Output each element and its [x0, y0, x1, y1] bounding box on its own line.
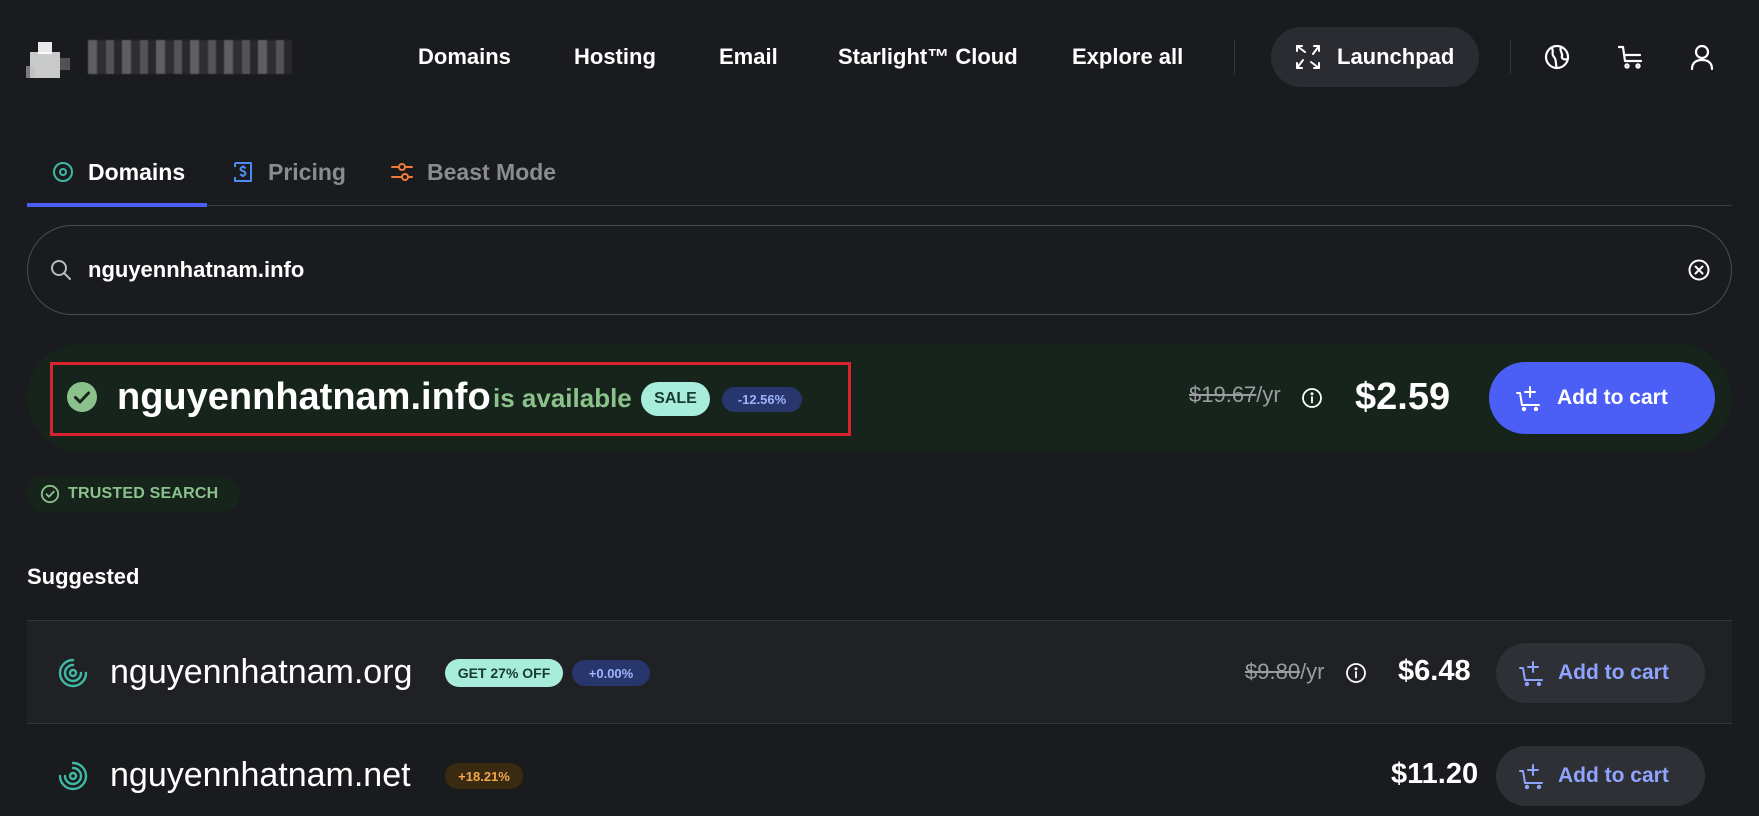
nav-explore-all[interactable]: Explore all: [1072, 42, 1183, 72]
sale-badge: SALE: [641, 382, 710, 416]
availability-status: is available: [493, 383, 632, 413]
tab-beast-mode[interactable]: Beast Mode: [389, 154, 556, 190]
add-to-cart-button[interactable]: Add to cart: [1496, 746, 1705, 806]
add-to-cart-button[interactable]: Add to cart: [1489, 362, 1715, 434]
nav-starlight-label: Starlight: [838, 44, 928, 69]
launchpad-icon: [1296, 45, 1320, 69]
tab-beast-mode-label: Beast Mode: [427, 158, 557, 185]
swirl-icon: [58, 761, 88, 791]
tab-pricing[interactable]: Pricing: [230, 154, 346, 190]
result-old-price-value: $19.67: [1189, 382, 1257, 407]
target-icon: [53, 162, 73, 182]
launchpad-label: Launchpad: [1337, 44, 1455, 69]
add-to-cart-label: Add to cart: [1558, 661, 1669, 684]
suggestion-domain-name[interactable]: nguyennhatnam.net: [110, 754, 411, 796]
result-price-period: /yr: [1256, 382, 1281, 407]
price-info-icon[interactable]: [1301, 387, 1323, 409]
suggestion-price: $11.20: [1391, 758, 1479, 790]
add-cart-icon: [1519, 764, 1543, 790]
result-old-price: $19.67/yr: [1189, 382, 1281, 408]
price-change-badge: +0.00%: [572, 660, 650, 686]
sliders-icon: [391, 163, 413, 181]
check-outline-icon: [40, 484, 60, 504]
tab-domains-label: Domains: [88, 158, 186, 185]
logo[interactable]: [26, 34, 292, 80]
price-info-icon[interactable]: [1345, 662, 1367, 684]
page: Domains Hosting Email Starlight™ Cloud E…: [0, 0, 1759, 816]
globe-icon[interactable]: [1542, 42, 1572, 72]
user-icon[interactable]: [1687, 42, 1717, 72]
top-navigation: Domains Hosting Email Starlight™ Cloud E…: [0, 0, 1759, 112]
suggestion-price: $6.48: [1398, 655, 1471, 687]
tab-bar: Domains Pricing Beast Mode: [27, 140, 1732, 207]
trusted-search-label: TRUSTED SEARCH: [68, 485, 219, 502]
availability-result: nguyennhatnam.info is available SALE -12…: [27, 344, 1732, 452]
check-circle-icon: [67, 382, 97, 412]
suggestion-domain-name[interactable]: nguyennhatnam.org: [110, 651, 412, 693]
suggestion-price-period: /yr: [1300, 659, 1325, 684]
active-tab-indicator: [27, 203, 207, 207]
domain-search-field[interactable]: nguyennhatnam.info: [27, 225, 1732, 315]
launchpad-button[interactable]: Launchpad: [1271, 27, 1479, 87]
add-to-cart-label: Add to cart: [1558, 764, 1669, 787]
nav-email[interactable]: Email: [719, 42, 778, 72]
tab-pricing-label: Pricing: [268, 158, 346, 185]
add-to-cart-button[interactable]: Add to cart: [1496, 643, 1705, 703]
logo-wordmark: [88, 40, 292, 74]
tab-domains[interactable]: Domains: [50, 154, 185, 190]
nav-divider: [1234, 40, 1235, 74]
add-to-cart-label: Add to cart: [1557, 386, 1668, 409]
discount-badge: -12.56%: [722, 387, 802, 412]
suggestion-row: nguyennhatnam.org GET 27% OFF +0.00% $9.…: [27, 620, 1732, 724]
clear-search-icon[interactable]: [1685, 256, 1713, 284]
trusted-search-badge: TRUSTED SEARCH: [27, 476, 240, 512]
swirl-icon: [58, 658, 88, 688]
add-cart-icon: [1516, 386, 1540, 412]
nav-starlight-cloud[interactable]: Starlight™ Cloud: [838, 42, 1018, 72]
suggestion-row: nguyennhatnam.net +18.21% $11.20 Add to …: [27, 723, 1732, 816]
nav-starlight-suffix: ™ Cloud: [927, 44, 1018, 69]
logo-mark: [26, 42, 70, 78]
search-input[interactable]: nguyennhatnam.info: [88, 257, 304, 283]
nav-divider-right: [1510, 40, 1511, 74]
dollar-icon: [234, 162, 252, 182]
search-icon: [51, 260, 71, 280]
suggestion-old-price: $9.80/yr: [1245, 659, 1325, 685]
add-cart-icon: [1519, 661, 1543, 687]
nav-hosting[interactable]: Hosting: [574, 42, 656, 72]
result-domain-name: nguyennhatnam.info: [117, 376, 491, 418]
offer-badge: GET 27% OFF: [445, 659, 563, 687]
cart-icon[interactable]: [1616, 42, 1646, 72]
price-change-badge: +18.21%: [445, 763, 523, 789]
result-price: $2.59: [1355, 376, 1451, 418]
suggested-heading: Suggested: [27, 564, 140, 589]
nav-domains[interactable]: Domains: [418, 42, 511, 72]
suggestion-old-price-value: $9.80: [1245, 659, 1301, 684]
